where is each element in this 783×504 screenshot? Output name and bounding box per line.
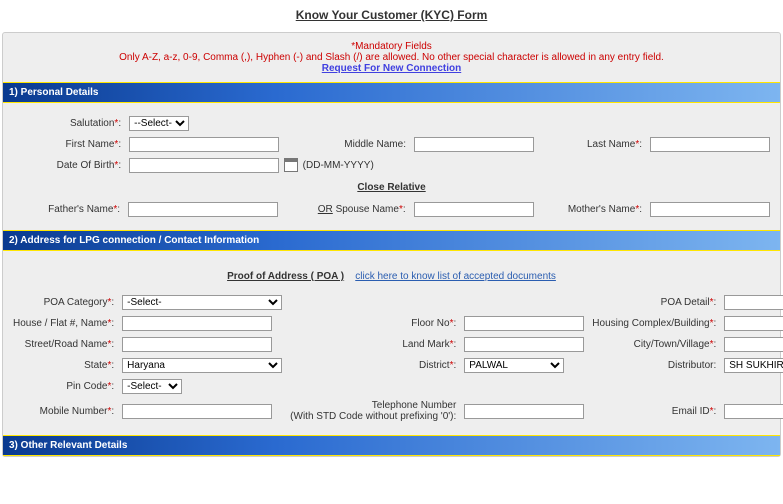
poa-docs-link[interactable]: click here to know list of accepted docu… (355, 271, 556, 282)
or-text: OR (318, 204, 333, 215)
landmark-label: Land Mark (402, 339, 449, 350)
section-header-address: 2) Address for LPG connection / Contact … (3, 230, 780, 251)
section-body-personal: Salutation*: --Select-- First Name*: Mid… (3, 103, 780, 230)
mobile-input[interactable] (122, 404, 272, 419)
first-name-input[interactable] (129, 137, 279, 152)
poa-category-label: POA Category (44, 297, 108, 308)
dob-hint: (DD-MM-YYYY) (303, 160, 374, 171)
section-header-other: 3) Other Relevant Details (3, 435, 780, 456)
mother-name-input[interactable] (650, 202, 770, 217)
first-name-label: First Name (66, 139, 115, 150)
form-container: *Mandatory Fields Only A-Z, a-z, 0-9, Co… (2, 32, 781, 457)
state-label: State (84, 360, 107, 371)
city-input[interactable] (724, 337, 783, 352)
salutation-label: Salutation (70, 118, 114, 129)
email-input[interactable] (724, 404, 783, 419)
street-label: Street/Road Name (25, 339, 108, 350)
telephone-hint: (With STD Code without prefixing '0'): (290, 411, 456, 422)
dob-label: Date Of Birth (57, 160, 115, 171)
telephone-label: Telephone Number (372, 400, 457, 411)
floor-input[interactable] (464, 316, 584, 331)
rule-note: Only A-Z, a-z, 0-9, Comma (,), Hyphen (-… (3, 52, 780, 63)
poa-heading: Proof of Address ( POA ) (227, 271, 344, 282)
state-select[interactable]: Haryana (122, 358, 282, 373)
distributor-select[interactable]: SH SUKHIRAM BHARATGAS GRAMIN VITRAK (724, 358, 783, 373)
calendar-icon[interactable] (284, 158, 298, 172)
city-label: City/Town/Village (634, 339, 710, 350)
father-name-label: Father's Name (48, 204, 113, 215)
mobile-label: Mobile Number (40, 406, 108, 417)
poa-heading-row: Proof of Address ( POA ) click here to k… (9, 261, 774, 292)
housing-label: Housing Complex/Building (592, 318, 709, 329)
spouse-name-input[interactable] (414, 202, 534, 217)
street-input[interactable] (122, 337, 272, 352)
middle-name-input[interactable] (414, 137, 534, 152)
house-input[interactable] (122, 316, 272, 331)
salutation-select[interactable]: --Select-- (129, 116, 189, 131)
middle-name-label: Middle Name: (344, 139, 406, 150)
father-name-input[interactable] (128, 202, 278, 217)
district-select[interactable]: PALWAL (464, 358, 564, 373)
poa-category-select[interactable]: -Select- (122, 295, 282, 310)
distributor-label: Distributor: (668, 360, 716, 371)
email-label: Email ID (672, 406, 710, 417)
close-relative-heading: Close Relative (9, 176, 774, 199)
pin-select[interactable]: -Select- (122, 379, 182, 394)
last-name-label: Last Name (587, 139, 635, 150)
section-body-address: Proof of Address ( POA ) click here to k… (3, 251, 780, 435)
poa-detail-label: POA Detail (661, 297, 710, 308)
page-title: Know Your Customer (KYC) Form (0, 0, 783, 30)
district-label: District (419, 360, 450, 371)
housing-input[interactable] (724, 316, 783, 331)
house-label: House / Flat #, Name (13, 318, 107, 329)
section-header-personal: 1) Personal Details (3, 82, 780, 103)
floor-label: Floor No (411, 318, 449, 329)
mandatory-note: *Mandatory Fields (3, 41, 780, 52)
landmark-input[interactable] (464, 337, 584, 352)
notice-block: *Mandatory Fields Only A-Z, a-z, 0-9, Co… (3, 33, 780, 82)
request-new-connection-link[interactable]: Request For New Connection (322, 63, 461, 74)
mother-name-label: Mother's Name (568, 204, 636, 215)
pin-label: Pin Code (66, 381, 107, 392)
telephone-input[interactable] (464, 404, 584, 419)
poa-detail-input[interactable] (724, 295, 783, 310)
dob-input[interactable] (129, 158, 279, 173)
spouse-name-label: Spouse Name (336, 204, 399, 215)
last-name-input[interactable] (650, 137, 770, 152)
